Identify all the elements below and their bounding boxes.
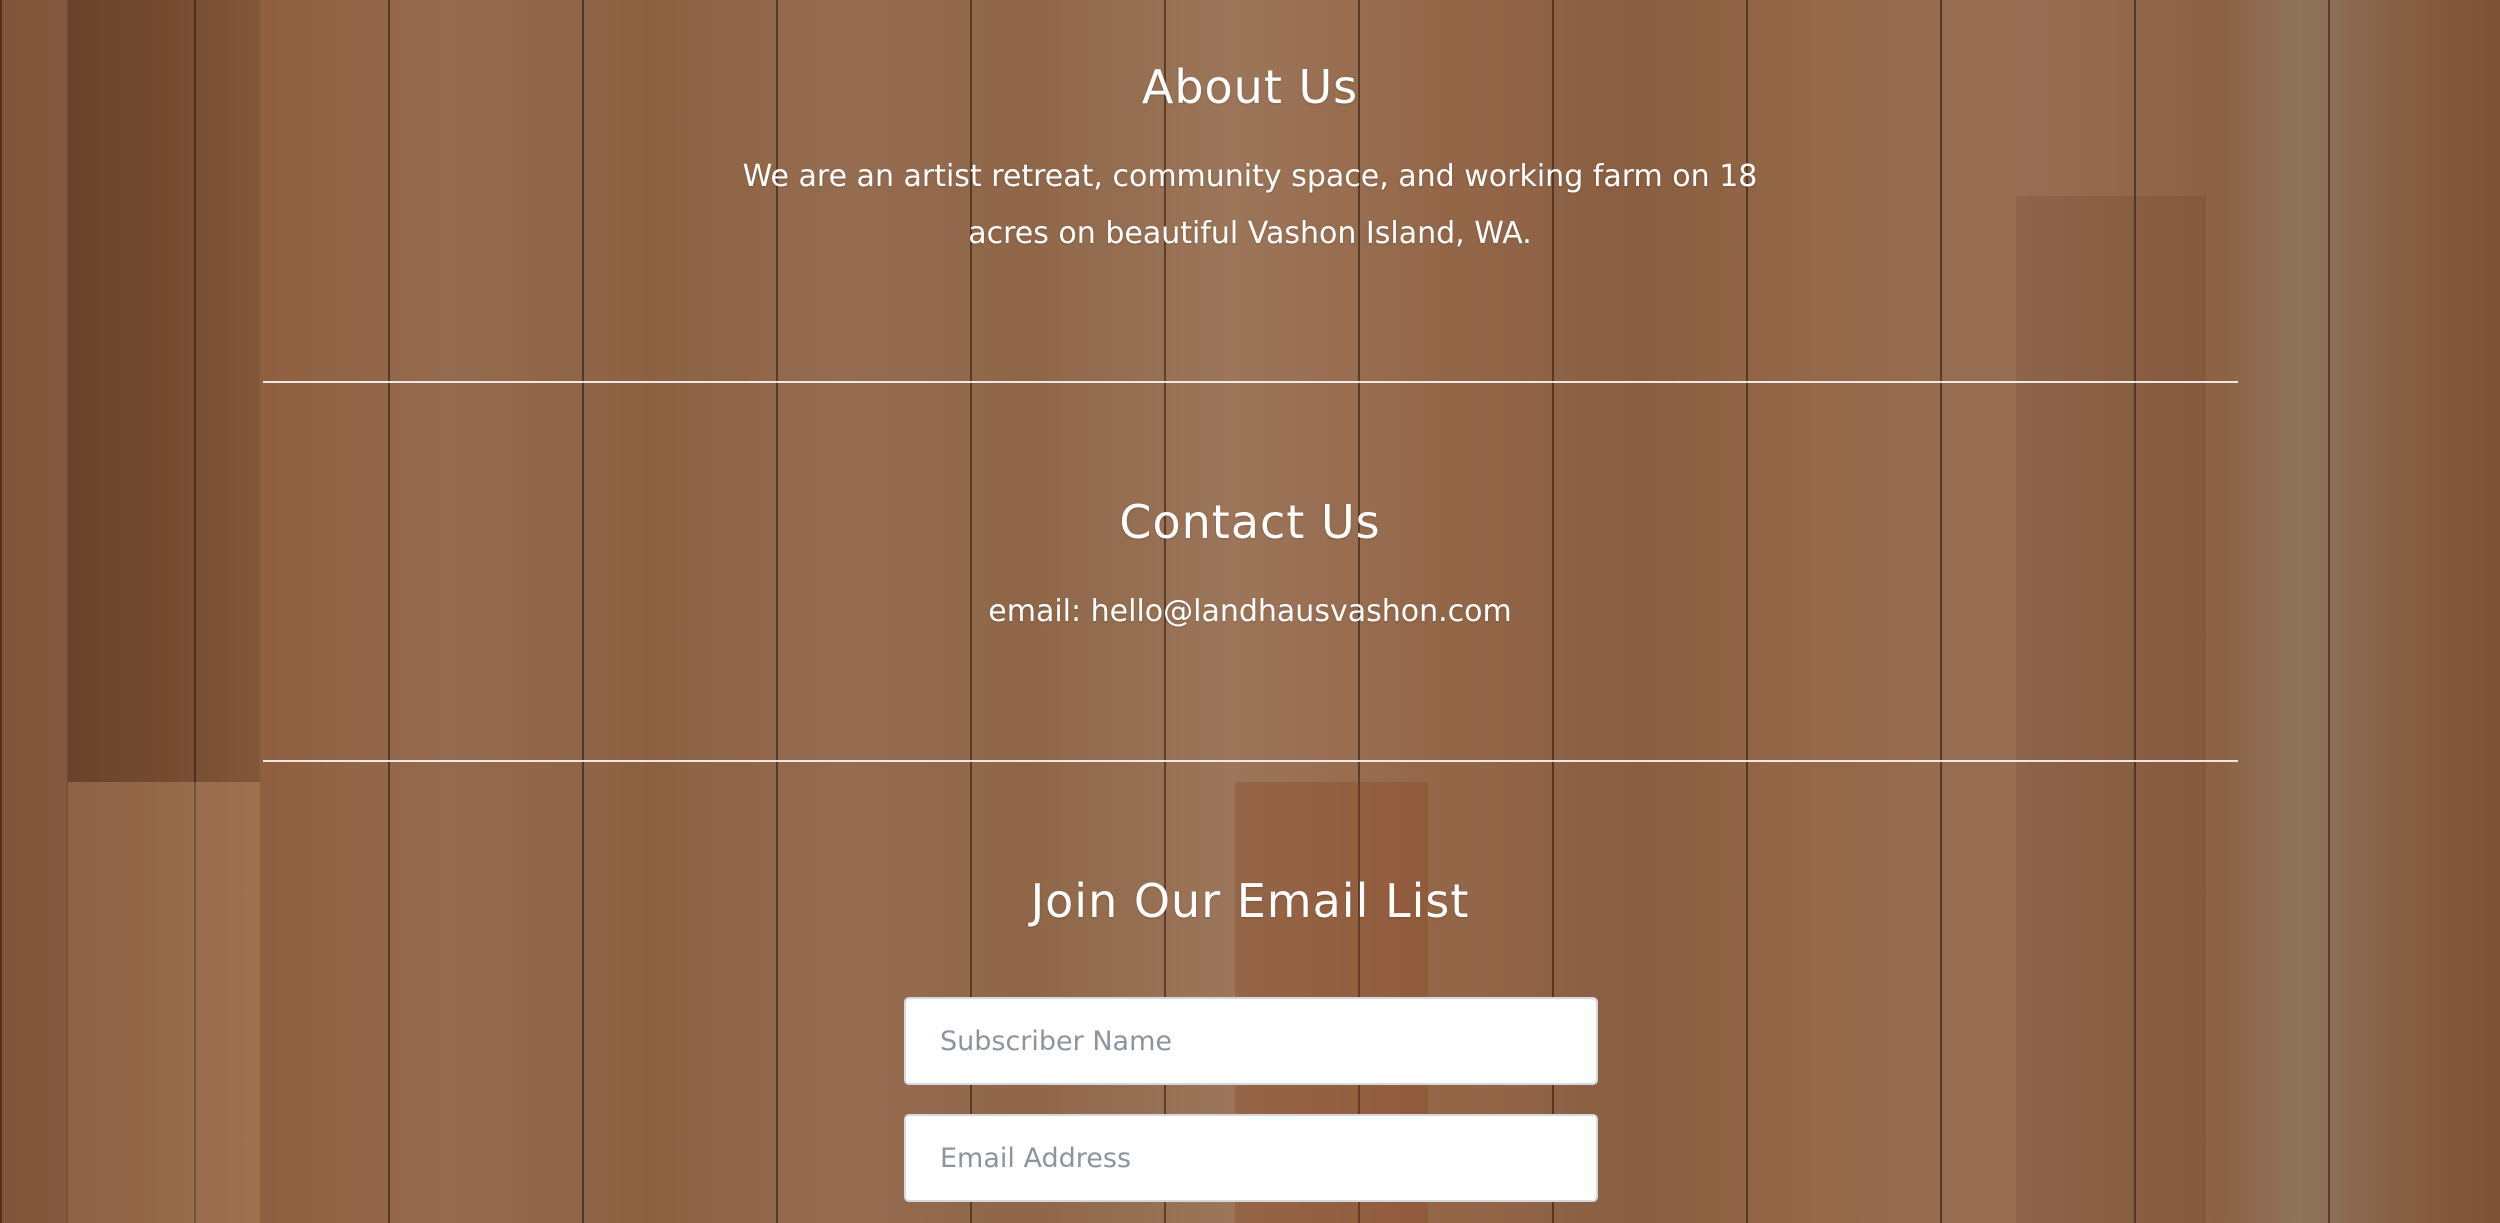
email-address-input[interactable] xyxy=(904,1114,1598,1202)
about-section: About Us We are an artist retreat, commu… xyxy=(0,60,2500,262)
contact-title: Contact Us xyxy=(1119,495,1381,549)
about-title: About Us xyxy=(1141,60,1359,114)
subscriber-name-input[interactable] xyxy=(904,997,1598,1085)
section-divider xyxy=(263,381,2238,383)
section-divider xyxy=(263,760,2238,762)
about-description: We are an artist retreat, community spac… xyxy=(742,159,1758,251)
email-signup-section: Join Our Email List xyxy=(0,874,2500,928)
signup-title: Join Our Email List xyxy=(1030,874,1470,928)
contact-section: Contact Us email: hello@landhausvashon.c… xyxy=(0,495,2500,640)
page-content: About Us We are an artist retreat, commu… xyxy=(0,0,2500,1223)
contact-email: email: hello@landhausvashon.com xyxy=(988,594,1512,629)
